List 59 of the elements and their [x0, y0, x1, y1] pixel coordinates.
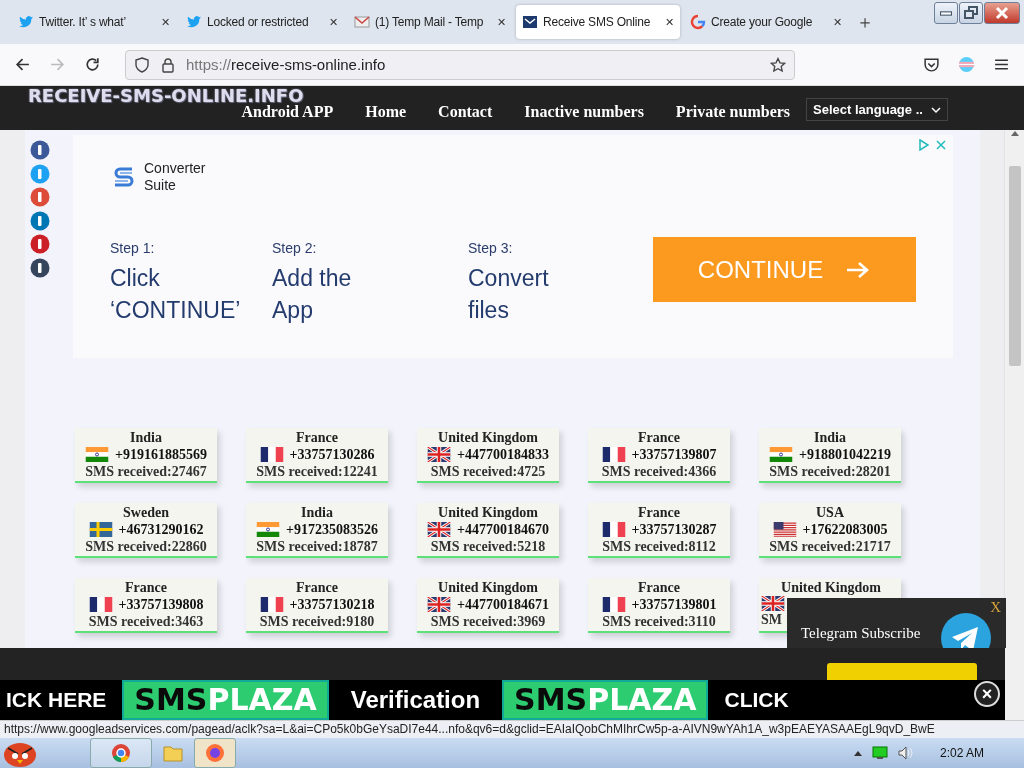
step-text: Convert files [468, 264, 550, 325]
sms-count: SMS received:3110 [602, 613, 716, 630]
brand-name: Suite [144, 177, 177, 194]
country-name: France [638, 579, 680, 596]
sms-count: SMS received:18787 [256, 538, 378, 555]
banner-logo: SMSPLAZA [122, 680, 329, 720]
url-text: https://receive-sms-online.info [186, 56, 387, 73]
phone-number: +17622083005 [802, 521, 888, 538]
sms-count: SMS received:4725 [430, 463, 546, 480]
sms-count: SMS received:3969 [430, 613, 546, 630]
banner-text: CLICK [723, 688, 790, 712]
sms-count: SMS received:5218 [430, 538, 546, 555]
phone-number: +33757130287 [631, 521, 717, 538]
step-label: Step 2: [272, 240, 318, 256]
country-name: France [638, 429, 680, 446]
phone-number: +46731290162 [118, 521, 204, 538]
banner-text: ICK HERE [5, 688, 108, 712]
phone-number: +33757139808 [118, 596, 204, 613]
country-name: India [130, 429, 162, 446]
sms-count: SM [761, 611, 782, 628]
sms-count: SMS received:9180 [259, 613, 375, 630]
phone-number: +33757130218 [289, 596, 375, 613]
country-name: USA [816, 504, 844, 521]
country-name: United Kingdom [781, 579, 881, 596]
step-text: Add the App [272, 264, 353, 325]
sms-count: SMS received:21717 [769, 538, 891, 555]
phone-number: +447700184671 [457, 596, 549, 613]
country-name: United Kingdom [438, 429, 538, 446]
sms-count: SMS received:8112 [602, 538, 716, 555]
country-name: France [125, 579, 167, 596]
sms-count: SMS received:4366 [601, 463, 717, 480]
country-name: India [814, 429, 846, 446]
banner-text: Verification [349, 686, 482, 714]
step-text: Click ‘CONTINUE’ [110, 264, 242, 325]
phone-number: +447700184670 [457, 521, 549, 538]
country-name: United Kingdom [438, 504, 538, 521]
sms-count: SMS received:3463 [88, 613, 204, 630]
country-name: United Kingdom [438, 579, 538, 596]
phone-number: +919161885569 [115, 446, 207, 463]
step-label: Step 1: [110, 240, 156, 256]
sms-count: SMS received:12241 [256, 463, 378, 480]
phone-number: +33757139801 [631, 596, 717, 613]
sms-count: SMS received:22860 [85, 538, 207, 555]
banner-logo: SMSPLAZA [502, 680, 709, 720]
country-name: France [296, 579, 338, 596]
phone-number: +33757139807 [631, 446, 717, 463]
phone-number: +447700184833 [457, 446, 549, 463]
phone-number: +33757130286 [289, 446, 375, 463]
country-name: India [301, 504, 333, 521]
phone-number: +917235083526 [286, 521, 378, 538]
country-name: France [638, 504, 680, 521]
country-name: Sweden [123, 504, 169, 521]
sms-count: SMS received:28201 [769, 463, 891, 480]
status-url: https://www.googleadservices.com/pagead/aclk?sa=L&ai=CPo5k0bGeYsaDI7e44...nfo&qv6=d&gclid=EAIaIQobChMIhrCw5p-a-AIVN9wYAh1A_w3pEAEYASAAEgL9qvD_BwE [0, 720, 1024, 738]
step-label: Step 3: [468, 240, 514, 256]
brand-name: Converter [144, 160, 206, 177]
sms-count: SMS received:27467 [85, 463, 207, 480]
country-name: France [296, 429, 338, 446]
phone-number: +918801042219 [799, 446, 891, 463]
